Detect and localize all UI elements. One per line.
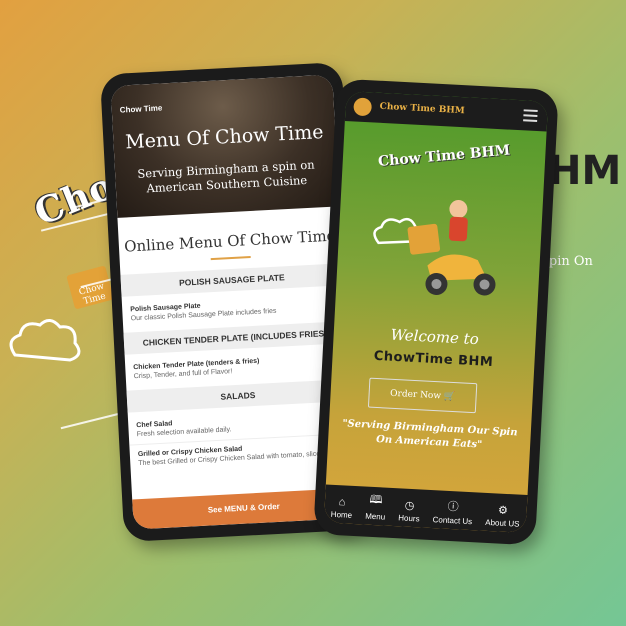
gear-icon: ⚙ (497, 504, 509, 518)
hamburger-menu-icon[interactable] (523, 109, 538, 125)
bottom-nav: ⌂ Home 🕮 Menu ◷ Hours ⓘ Contact Us ⚙ Abo… (323, 484, 528, 533)
business-name: ChowTime BHM (373, 348, 494, 371)
background-brand-suffix: HM (548, 148, 622, 194)
page-title: Menu Of Chow Time (124, 121, 324, 154)
home-icon: ⌂ (338, 496, 346, 509)
section-title: Online Menu Of Chow Time (123, 226, 336, 256)
title-underline (210, 256, 251, 261)
menu-item-name: Chicken Tender Plate (tenders & fries) (133, 357, 260, 372)
menu-brand[interactable]: Chow Time (120, 103, 163, 114)
header-logo[interactable]: Chow Time BHM (379, 102, 465, 116)
nav-about[interactable]: ⚙ About US (485, 503, 520, 529)
delivery-scooter-icon (373, 200, 496, 296)
tagline-quote: "Serving Birmingham Our Spin On American… (342, 418, 518, 451)
order-now-button[interactable]: Order Now 🛒 (367, 377, 478, 414)
nav-menu[interactable]: 🕮 Menu (365, 491, 387, 522)
clock-icon: ◷ (404, 499, 415, 513)
top-bar: Chow Time BHM (344, 91, 549, 132)
welcome-text: Welcome to (390, 325, 480, 349)
logo-arc-text: Chow Time BHM (377, 142, 511, 170)
speed-line (60, 412, 120, 430)
home-screen: Chow Time BHM Chow Time BHM Welcome to C… (323, 91, 549, 533)
nav-home[interactable]: ⌂ Home (331, 496, 354, 520)
page-subtitle: Serving Birmingham a spin on American So… (137, 157, 316, 196)
smoke-cloud-icon (9, 319, 81, 362)
menu-hero: Chow Time Menu Of Chow Time Serving Birm… (110, 74, 340, 218)
menu-item-name: Chef Salad (136, 420, 173, 430)
question-icon: ⓘ (447, 500, 459, 514)
logo-icon[interactable] (353, 97, 373, 117)
phone-home-mockup: Chow Time BHM Chow Time BHM Welcome to C… (313, 78, 559, 546)
nav-contact[interactable]: ⓘ Contact Us (432, 497, 473, 526)
nav-hours[interactable]: ◷ Hours (398, 498, 421, 524)
book-icon: 🕮 (369, 493, 383, 507)
